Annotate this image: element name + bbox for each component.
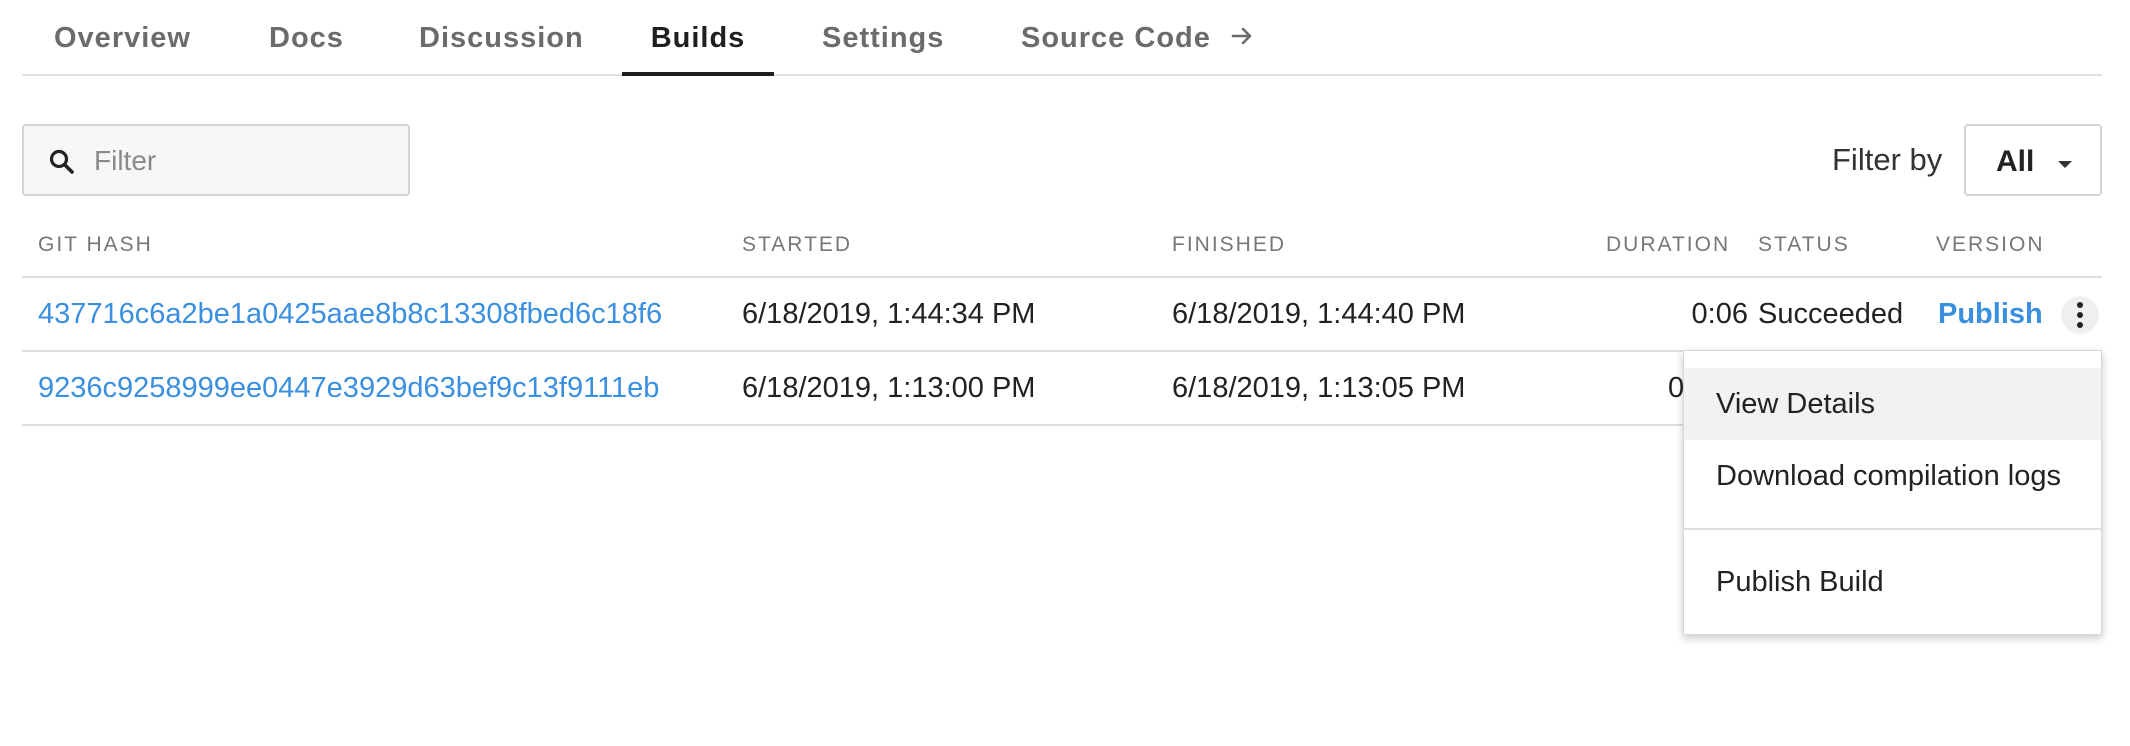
finished-cell: 6/18/2019, 1:13:05 PM (1172, 372, 1466, 404)
started-cell: 6/18/2019, 1:13:00 PM (742, 372, 1036, 404)
table-header: GIT HASH STARTED FINISHED DURATION STATU… (22, 230, 2102, 278)
menu-item-publish-build[interactable]: Publish Build (1684, 546, 2101, 618)
menu-item-view-details[interactable]: View Details (1684, 368, 2101, 440)
started-cell: 6/18/2019, 1:44:34 PM (742, 298, 1036, 330)
tab-settings[interactable]: Settings (822, 0, 944, 76)
menu-item-download-logs[interactable]: Download compilation logs (1684, 440, 2101, 512)
column-header-finished: FINISHED (1172, 233, 1287, 256)
filter-by-value: All (1996, 145, 2035, 178)
duration-cell: 0:06 (1691, 298, 1748, 330)
tab-bar: Overview Docs Discussion Builds Settings… (22, 0, 2102, 76)
filter-by-label: Filter by (1832, 142, 1943, 177)
filter-by-select[interactable]: All (1964, 124, 2102, 196)
arrow-right-icon (1230, 1, 1254, 77)
caret-down-icon (2058, 161, 2072, 168)
filter-input[interactable] (94, 136, 394, 186)
finished-cell: 6/18/2019, 1:44:40 PM (1172, 298, 1466, 330)
table-row: 437716c6a2be1a0425aae8b8c13308fbed6c18f6… (22, 278, 2102, 352)
column-header-version: VERSION (1936, 233, 2045, 256)
status-cell: Succeeded (1758, 298, 1904, 330)
tab-discussion[interactable]: Discussion (419, 0, 584, 76)
column-header-duration: DURATION (1606, 233, 1731, 256)
tab-source-code-label: Source Code (1021, 22, 1211, 54)
duration-cell: 0 (1668, 372, 1685, 404)
more-options-icon[interactable] (2061, 296, 2099, 334)
tab-source-code[interactable]: Source Code (1021, 0, 1254, 76)
tab-builds[interactable]: Builds (622, 0, 774, 76)
filter-field[interactable] (22, 124, 410, 196)
git-hash-link[interactable]: 437716c6a2be1a0425aae8b8c13308fbed6c18f6 (38, 278, 662, 350)
tab-overview[interactable]: Overview (54, 0, 191, 76)
publish-link[interactable]: Publish (1938, 278, 2043, 350)
column-header-git-hash: GIT HASH (38, 233, 153, 256)
tab-docs[interactable]: Docs (269, 0, 344, 76)
menu-divider (1684, 528, 2101, 530)
column-header-started: STARTED (742, 233, 853, 256)
git-hash-link[interactable]: 9236c9258999ee0447e3929d63bef9c13f9111eb (38, 352, 659, 424)
search-icon (48, 148, 76, 176)
column-header-status: STATUS (1758, 233, 1850, 256)
row-actions-menu: View Details Download compilation logs P… (1683, 350, 2102, 635)
